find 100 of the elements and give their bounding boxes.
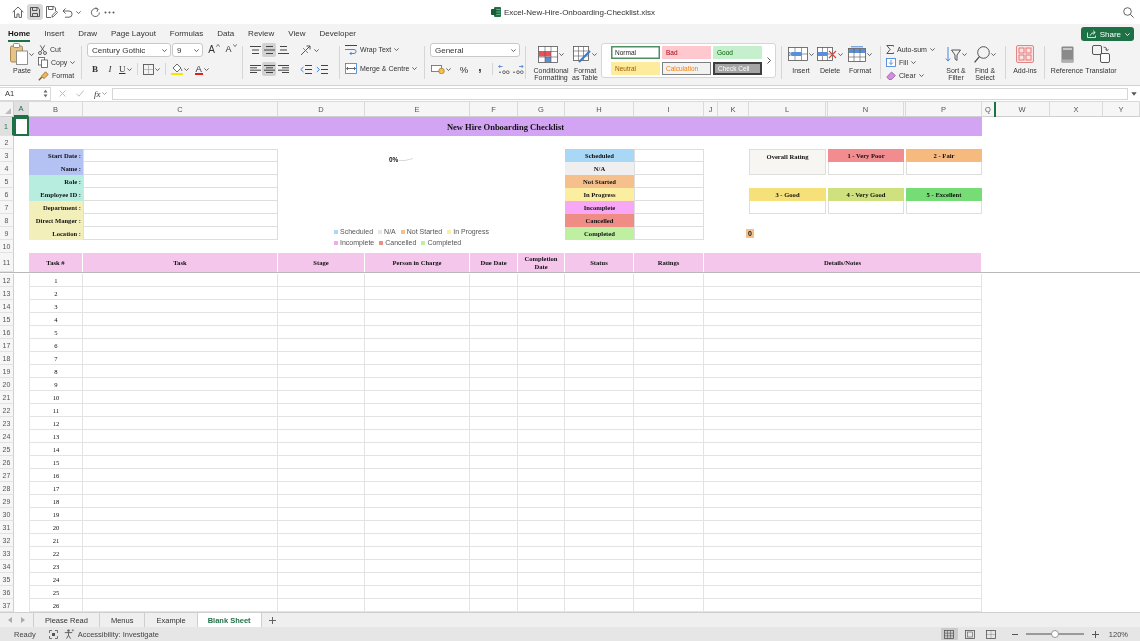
plus-icon[interactable] [1091, 630, 1099, 638]
input-cell[interactable] [906, 201, 982, 214]
italic-button[interactable]: I [103, 62, 117, 76]
number-format-field[interactable]: General [430, 43, 520, 57]
ribbon-tab[interactable]: Insert [44, 24, 65, 42]
align-bottom-button[interactable] [276, 43, 290, 57]
ribbon-tab[interactable]: View [288, 24, 306, 42]
table-cell [565, 586, 634, 599]
table-cell [518, 430, 565, 443]
ribbon-tab[interactable]: Data [217, 24, 235, 42]
input-cell[interactable] [906, 162, 982, 175]
selected-cell[interactable] [14, 117, 29, 136]
share-button[interactable]: Share [1080, 27, 1134, 41]
input-cell[interactable] [83, 214, 278, 227]
table-cell [634, 521, 704, 534]
input-cell[interactable] [83, 162, 278, 175]
dots-arrow-right-icon[interactable] [512, 64, 524, 74]
input-cell[interactable] [83, 188, 278, 201]
table-cell [565, 560, 634, 573]
table-cell [470, 391, 518, 404]
font-size-field[interactable]: 9 [172, 43, 203, 57]
table-cell [518, 287, 565, 300]
table-cell [470, 326, 518, 339]
window-title: Excel-New-Hire-Onboarding-Checklist.xlsx [503, 7, 656, 17]
table-cell [565, 521, 634, 534]
chevron-right-icon[interactable] [767, 57, 771, 64]
table-cell [634, 378, 704, 391]
comma-style-button[interactable]: , [473, 62, 487, 76]
font-name-field[interactable]: Century Gothic [87, 43, 171, 57]
copy-icon [38, 57, 48, 68]
input-cell[interactable] [83, 227, 278, 240]
table-cell [565, 573, 634, 586]
ribbon-tab[interactable]: Formulas [169, 24, 204, 42]
table-cell [634, 326, 704, 339]
align-left-button[interactable] [248, 62, 262, 76]
bold-button[interactable]: B [88, 62, 102, 76]
input-cell[interactable] [828, 201, 904, 214]
cancel-icon[interactable] [59, 90, 66, 97]
font-color-button[interactable]: A [193, 62, 210, 76]
caret-icon [918, 74, 924, 77]
indent-icon[interactable] [316, 64, 328, 74]
triangle-down-icon[interactable] [1131, 91, 1137, 96]
ribbon-tab[interactable]: Developer [319, 24, 356, 42]
shrink-font-button[interactable]: A [224, 43, 238, 57]
insert-function-button[interactable]: fx [94, 88, 107, 99]
minus-icon[interactable] [1011, 633, 1018, 635]
input-cell[interactable] [83, 175, 278, 188]
grow-font-button[interactable]: A [207, 43, 221, 57]
align-right-button[interactable] [276, 62, 290, 76]
caret-icon [809, 52, 814, 56]
table-cell [565, 378, 634, 391]
orientation-button[interactable] [299, 43, 320, 57]
input-cell[interactable] [828, 162, 904, 175]
ribbon-tab[interactable]: Page Layout [110, 24, 156, 42]
corner-triangle-icon[interactable] [5, 108, 11, 114]
search-icon[interactable] [1123, 6, 1134, 18]
align-middle-button[interactable] [262, 43, 276, 57]
check-icon[interactable] [76, 90, 84, 97]
table-cell [470, 365, 518, 378]
formula-input[interactable] [111, 87, 1128, 100]
undo-icon[interactable] [61, 6, 73, 18]
input-cell[interactable] [634, 188, 704, 201]
arrow-right-icon[interactable] [21, 617, 25, 623]
input-cell[interactable] [634, 227, 704, 240]
circular-arrow-icon[interactable] [90, 6, 101, 18]
fill-color-button[interactable] [169, 62, 190, 76]
input-cell[interactable] [634, 214, 704, 227]
save-icon[interactable] [27, 4, 43, 20]
dots-arrow-left-icon[interactable] [498, 64, 510, 74]
table-cell [470, 482, 518, 495]
currency-button[interactable] [430, 62, 452, 76]
table-cell [634, 482, 704, 495]
align-center-button[interactable] [262, 62, 276, 76]
table-cell [634, 469, 704, 482]
input-cell[interactable] [634, 201, 704, 214]
percent-button[interactable]: % [457, 62, 471, 76]
frame-icon[interactable] [48, 629, 58, 639]
table-cell [518, 300, 565, 313]
ribbon-tab[interactable]: Draw [78, 24, 97, 42]
view-button[interactable] [940, 628, 958, 640]
input-cell[interactable] [749, 201, 826, 214]
input-cell[interactable] [634, 149, 704, 162]
table-cell [470, 404, 518, 417]
table-cell [565, 534, 634, 547]
borders-button[interactable] [141, 62, 161, 76]
input-cell[interactable] [634, 175, 704, 188]
input-cell[interactable] [634, 162, 704, 175]
overlapping-squares-icon [1092, 45, 1110, 63]
arrow-left-icon[interactable] [8, 617, 12, 623]
slider-thumb[interactable] [1050, 630, 1059, 638]
plus-icon [268, 616, 276, 624]
outdent-icon[interactable] [300, 64, 312, 74]
floppy-pencil-icon[interactable] [46, 6, 58, 18]
input-cell[interactable] [83, 201, 278, 214]
input-cell[interactable] [83, 149, 278, 162]
more-icon[interactable] [104, 10, 115, 14]
underline-button[interactable]: U [118, 62, 133, 76]
home-icon[interactable] [12, 6, 24, 18]
ribbon-tab[interactable]: Review [248, 24, 275, 42]
align-top-button[interactable] [248, 43, 262, 57]
